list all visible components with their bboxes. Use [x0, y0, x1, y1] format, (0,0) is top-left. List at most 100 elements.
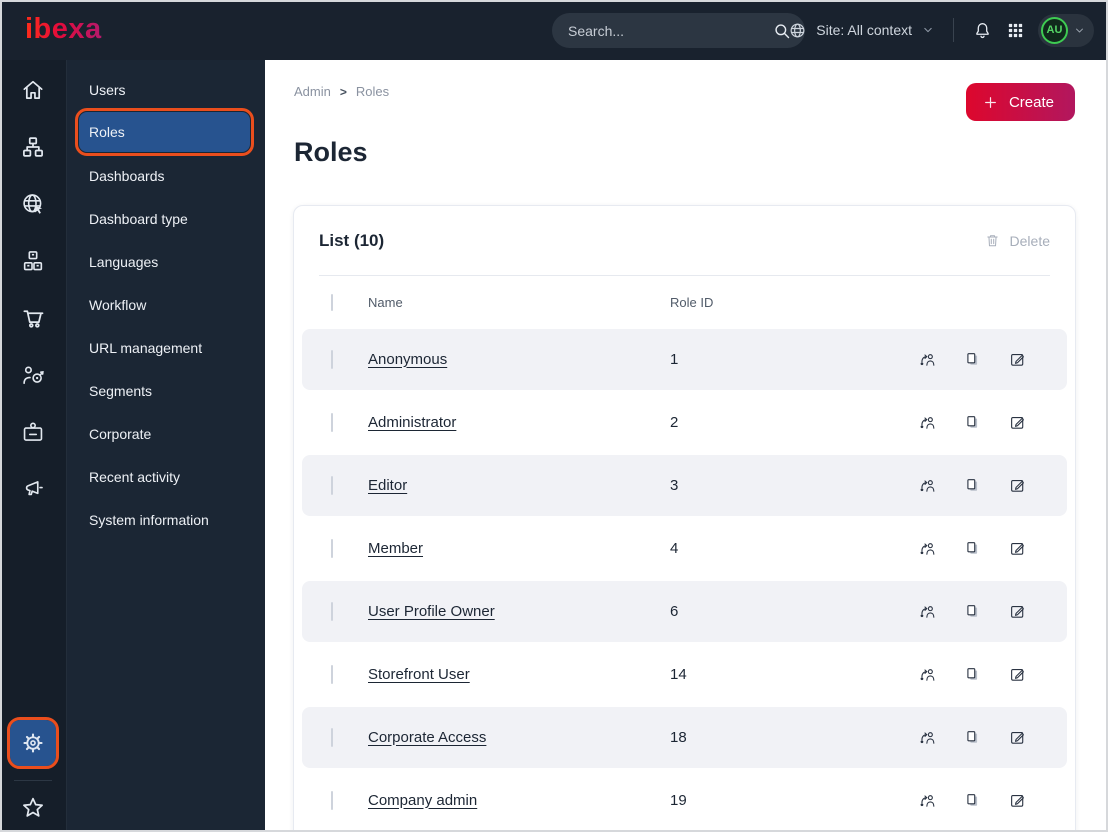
topbar: ibexa Site: All context AU	[0, 0, 1108, 60]
edit-icon[interactable]	[1008, 476, 1027, 495]
row-checkbox[interactable]	[331, 538, 333, 558]
copy-icon[interactable]	[963, 602, 982, 621]
copy-icon[interactable]	[963, 413, 982, 432]
assign-user-icon[interactable]	[918, 539, 937, 558]
column-header-role-id: Role ID	[670, 294, 714, 310]
user-menu[interactable]: AU	[1038, 13, 1094, 47]
menu-item-dashboards[interactable]: Dashboards	[67, 154, 265, 197]
create-button-label: Create	[1008, 93, 1054, 111]
menu-item-languages[interactable]: Languages	[67, 240, 265, 283]
delete-button[interactable]: Delete	[984, 232, 1050, 249]
delete-button-label: Delete	[1009, 232, 1050, 249]
row-actions	[918, 539, 1027, 558]
role-name-link[interactable]: Anonymous	[368, 351, 447, 368]
row-checkbox[interactable]	[331, 664, 333, 684]
copy-icon[interactable]	[963, 476, 982, 495]
role-name-link[interactable]: Editor	[368, 477, 407, 494]
role-id-value: 6	[670, 603, 679, 620]
table-header: Name Role ID	[294, 276, 1075, 328]
row-checkbox[interactable]	[331, 601, 333, 621]
apps-grid-icon[interactable]	[1006, 21, 1025, 40]
copy-icon[interactable]	[963, 665, 982, 684]
menu-item-segments[interactable]: Segments	[67, 369, 265, 412]
row-checkbox[interactable]	[331, 727, 333, 747]
menu-item-corporate[interactable]: Corporate	[67, 412, 265, 455]
menu-item-users[interactable]: Users	[67, 68, 265, 111]
copy-icon[interactable]	[963, 539, 982, 558]
assign-user-icon[interactable]	[918, 602, 937, 621]
star-icon[interactable]	[18, 793, 48, 823]
breadcrumb: Admin > Roles	[294, 84, 389, 99]
role-name-link[interactable]: Member	[368, 540, 423, 557]
breadcrumb-roles[interactable]: Roles	[356, 84, 389, 99]
role-name-link[interactable]: Corporate Access	[368, 729, 486, 746]
role-name-link[interactable]: User Profile Owner	[368, 603, 495, 620]
role-name-link[interactable]: Company admin	[368, 792, 477, 809]
table-row: Company admin 19	[294, 769, 1075, 832]
avatar: AU	[1041, 16, 1068, 44]
row-checkbox[interactable]	[331, 790, 333, 810]
edit-icon[interactable]	[1008, 728, 1027, 747]
admin-menu: Users Roles Dashboards Dashboard type La…	[67, 60, 265, 832]
main-nav-rail	[0, 60, 67, 832]
assign-user-icon[interactable]	[918, 791, 937, 810]
copy-icon[interactable]	[963, 728, 982, 747]
assign-user-icon[interactable]	[918, 728, 937, 747]
target-user-icon[interactable]	[19, 361, 47, 389]
edit-icon[interactable]	[1008, 602, 1027, 621]
ibexa-logo[interactable]: ibexa	[25, 13, 102, 46]
menu-item-roles[interactable]: Roles	[75, 108, 254, 156]
assign-user-icon[interactable]	[918, 350, 937, 369]
row-actions	[918, 728, 1027, 747]
role-id-value: 4	[670, 540, 679, 557]
id-badge-icon[interactable]	[19, 418, 47, 446]
edit-icon[interactable]	[1008, 413, 1027, 432]
assign-user-icon[interactable]	[918, 665, 937, 684]
row-checkbox[interactable]	[331, 412, 333, 432]
edit-icon[interactable]	[1008, 665, 1027, 684]
role-id-value: 2	[670, 414, 679, 431]
create-button[interactable]: Create	[965, 83, 1075, 121]
copy-icon[interactable]	[963, 350, 982, 369]
sitemap-icon[interactable]	[19, 133, 47, 161]
breadcrumb-separator: >	[339, 84, 347, 99]
site-globe-icon[interactable]	[19, 190, 47, 218]
row-checkbox[interactable]	[331, 475, 333, 495]
home-icon[interactable]	[19, 76, 47, 104]
topbar-right: Site: All context AU	[788, 0, 1094, 60]
column-header-name: Name	[368, 294, 403, 310]
breadcrumb-admin[interactable]: Admin	[294, 84, 331, 99]
assign-user-icon[interactable]	[918, 476, 937, 495]
cart-icon[interactable]	[19, 304, 47, 332]
role-id-value: 3	[670, 477, 679, 494]
menu-item-dashboard-type[interactable]: Dashboard type	[67, 197, 265, 240]
main-content: Admin > Roles Create Roles List (10) Del…	[265, 60, 1108, 832]
edit-icon[interactable]	[1008, 350, 1027, 369]
search-input[interactable]	[568, 22, 772, 39]
select-all-checkbox[interactable]	[331, 293, 333, 311]
edit-icon[interactable]	[1008, 539, 1027, 558]
menu-item-url-management[interactable]: URL management	[67, 326, 265, 369]
edit-icon[interactable]	[1008, 791, 1027, 810]
megaphone-icon[interactable]	[19, 475, 47, 503]
global-search[interactable]	[552, 13, 805, 48]
gear-icon[interactable]	[7, 717, 59, 769]
site-context-selector[interactable]: Site: All context	[788, 21, 935, 40]
roles-list-card: List (10) Delete Name Role ID Anonymous …	[293, 205, 1076, 832]
menu-item-recent-activity[interactable]: Recent activity	[67, 455, 265, 498]
copy-icon[interactable]	[963, 791, 982, 810]
menu-item-workflow[interactable]: Workflow	[67, 283, 265, 326]
role-name-link[interactable]: Administrator	[368, 414, 456, 431]
role-id-value: 14	[670, 666, 687, 683]
assign-user-icon[interactable]	[918, 413, 937, 432]
topbar-divider	[953, 18, 954, 42]
rail-separator	[14, 780, 52, 781]
row-actions	[918, 791, 1027, 810]
packages-icon[interactable]	[19, 247, 47, 275]
site-context-label: Site: All context	[816, 22, 912, 38]
bell-icon[interactable]	[972, 20, 993, 41]
row-checkbox[interactable]	[331, 349, 333, 369]
role-name-link[interactable]: Storefront User	[368, 666, 470, 683]
table-row: Corporate Access 18	[294, 706, 1075, 769]
menu-item-system-information[interactable]: System information	[67, 498, 265, 541]
